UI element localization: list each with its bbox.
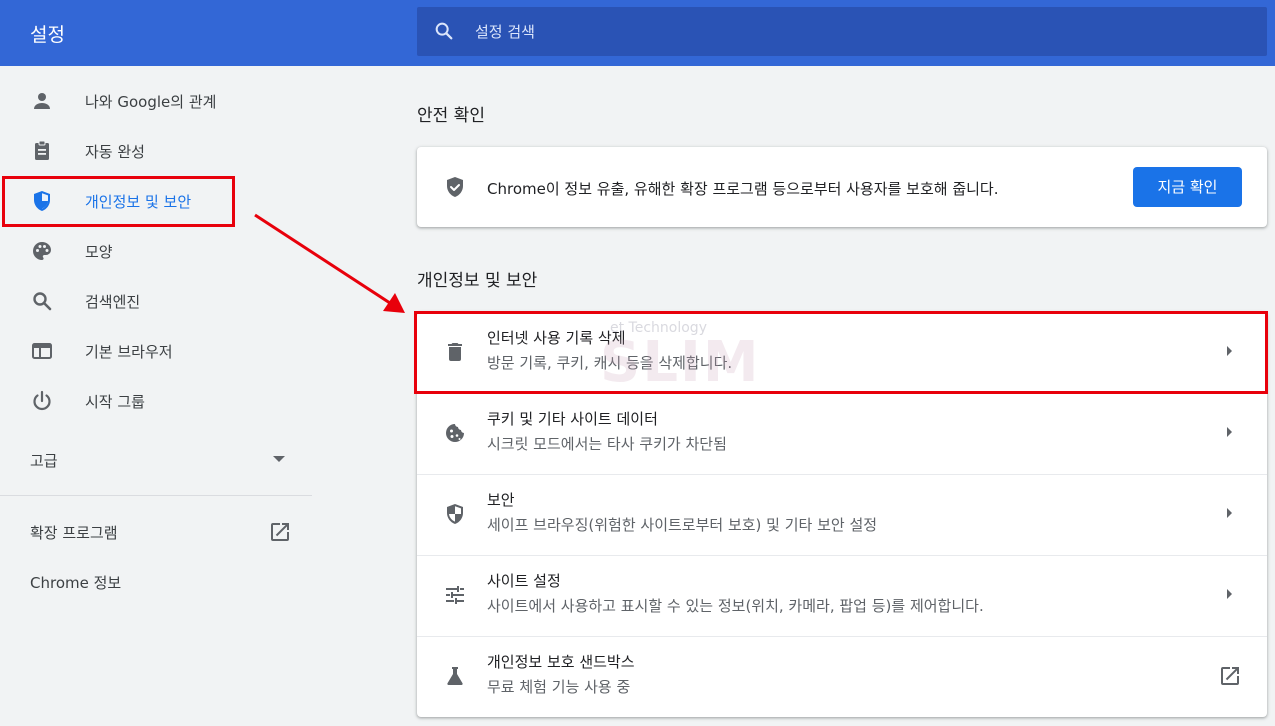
page-title: 설정 [30, 24, 65, 46]
row-subtitle: 사이트에서 사용하고 표시할 수 있는 정보(위치, 카메라, 팝업 등)를 제… [487, 597, 984, 615]
sidebar-item-extensions[interactable]: 확장 프로그램 [0, 508, 312, 556]
annotation-arrow [254, 213, 405, 313]
cookie-icon [446, 424, 464, 442]
sidebar-advanced-toggle[interactable]: 고급 [0, 436, 312, 484]
search-icon [435, 22, 453, 40]
sidebar: 나와 Google의 관계 자동 완성 개인정보 및 보안 모양 검색엔진 기본… [0, 66, 312, 726]
flask-icon [447, 667, 463, 685]
person-icon [34, 93, 50, 109]
row-cookies[interactable]: 쿠키 및 기타 사이트 데이터 시크릿 모드에서는 타사 쿠키가 차단됨 [417, 393, 1267, 474]
header-bar: 설정 설정 검색 [0, 0, 1275, 66]
about-label: Chrome 정보 [30, 574, 122, 592]
sidebar-divider [0, 495, 312, 496]
sidebar-item-about-chrome[interactable]: Chrome 정보 [0, 558, 312, 606]
row-title: 보안 [487, 491, 515, 509]
row-subtitle: 세이프 브라우징(위험한 사이트로부터 보호) 및 기타 보안 설정 [487, 516, 878, 534]
highlight-box-clear-data [414, 311, 1268, 394]
row-site-settings[interactable]: 사이트 설정 사이트에서 사용하고 표시할 수 있는 정보(위치, 카메라, 팝… [417, 555, 1267, 636]
palette-icon [33, 242, 51, 260]
section-title-privacy: 개인정보 및 보안 [417, 271, 538, 291]
search-icon [33, 292, 52, 311]
sidebar-item-on-startup[interactable]: 시작 그룹 [0, 377, 312, 425]
sidebar-item-label: 모양 [85, 243, 113, 261]
row-subtitle: 무료 체험 기능 사용 중 [487, 678, 631, 696]
search-input[interactable]: 설정 검색 [417, 7, 1267, 56]
section-title-safety: 안전 확인 [417, 106, 485, 126]
arrow-right-icon [1227, 427, 1232, 437]
caret-down-icon [273, 456, 285, 462]
row-security[interactable]: 보안 세이프 브라우징(위험한 사이트로부터 보호) 및 기타 보안 설정 [417, 474, 1267, 555]
sidebar-item-label: 검색엔진 [85, 293, 141, 311]
shield-icon [447, 504, 463, 524]
search-placeholder: 설정 검색 [475, 23, 535, 41]
sidebar-item-label: 시작 그룹 [85, 393, 145, 411]
arrow-right-icon [1227, 508, 1232, 518]
row-title: 쿠키 및 기타 사이트 데이터 [487, 410, 658, 428]
sliders-icon [446, 586, 464, 604]
sidebar-item-you-and-google[interactable]: 나와 Google의 관계 [0, 77, 312, 125]
sidebar-item-label: 나와 Google의 관계 [85, 93, 217, 111]
shield-icon [447, 177, 463, 197]
row-privacy-sandbox[interactable]: 개인정보 보호 샌드박스 무료 체험 기능 사용 중 [417, 636, 1267, 717]
row-title: 개인정보 보호 샌드박스 [487, 653, 635, 671]
row-title: 사이트 설정 [487, 572, 561, 590]
sidebar-item-default-browser[interactable]: 기본 브라우저 [0, 327, 312, 375]
safety-check-card: Chrome이 정보 유출, 유해한 확장 프로그램 등으로부터 사용자를 보호… [417, 147, 1267, 227]
clipboard-icon [35, 140, 49, 160]
advanced-label: 고급 [30, 452, 58, 470]
open-in-new-icon [1221, 667, 1239, 685]
row-subtitle: 시크릿 모드에서는 타사 쿠키가 차단됨 [487, 435, 727, 453]
safety-check-description: Chrome이 정보 유출, 유해한 확장 프로그램 등으로부터 사용자를 보호… [487, 180, 999, 198]
sidebar-item-autofill[interactable]: 자동 완성 [0, 127, 312, 175]
open-in-new-icon [271, 523, 289, 541]
power-icon [33, 390, 51, 411]
sidebar-item-label: 기본 브라우저 [85, 343, 173, 361]
browser-icon [32, 343, 52, 359]
sidebar-item-label: 자동 완성 [85, 143, 145, 161]
arrow-right-icon [1227, 589, 1232, 599]
extensions-label: 확장 프로그램 [30, 524, 118, 542]
check-now-button[interactable]: 지금 확인 [1133, 167, 1242, 207]
highlight-box-sidebar [2, 176, 235, 227]
